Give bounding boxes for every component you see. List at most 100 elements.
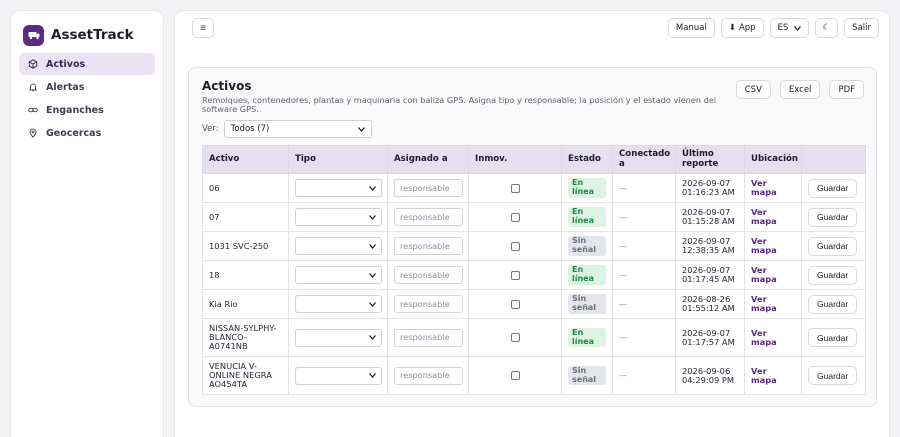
chevron-down-icon bbox=[369, 214, 376, 220]
app-download-button[interactable]: ⬇ App bbox=[720, 18, 764, 38]
view-map-link[interactable]: Ver mapa bbox=[751, 178, 777, 197]
connected-cell: — bbox=[612, 202, 676, 232]
immobilize-checkbox[interactable] bbox=[510, 212, 520, 222]
last-report-time: 04:29:09 PM bbox=[682, 374, 735, 385]
responsible-input[interactable]: responsable bbox=[394, 295, 463, 313]
col-header-state[interactable]: Estado bbox=[561, 145, 613, 174]
type-cell bbox=[288, 356, 388, 395]
view-map-link[interactable]: Ver mapa bbox=[751, 328, 777, 347]
view-map-link[interactable]: Ver mapa bbox=[751, 207, 777, 226]
responsible-input[interactable]: responsable bbox=[394, 266, 463, 284]
type-select[interactable] bbox=[295, 328, 382, 347]
last-report-cell: 2026-09-07 01:17:45 AM bbox=[675, 260, 745, 290]
asset-name: 1031 SVC-250 bbox=[202, 231, 289, 261]
export-csv-button[interactable]: CSV bbox=[735, 80, 771, 99]
responsible-input[interactable]: responsable bbox=[394, 208, 463, 226]
connected-value: — bbox=[619, 298, 628, 309]
actions-cell: Guardar bbox=[801, 356, 866, 395]
save-button[interactable]: Guardar bbox=[808, 294, 858, 314]
type-cell bbox=[288, 318, 388, 357]
col-header-last-report[interactable]: Último reporte bbox=[675, 145, 745, 174]
type-select[interactable] bbox=[295, 208, 382, 226]
download-icon: ⬇ bbox=[728, 23, 736, 33]
assigned-cell: responsable bbox=[387, 173, 469, 203]
menu-toggle-button[interactable]: ≡ bbox=[192, 18, 214, 38]
immob-cell bbox=[468, 173, 562, 203]
immobilize-checkbox[interactable] bbox=[510, 270, 520, 280]
logout-button[interactable]: Salir bbox=[844, 18, 879, 38]
view-map-link[interactable]: Ver mapa bbox=[751, 265, 777, 284]
type-select[interactable] bbox=[295, 179, 382, 197]
assigned-cell: responsable bbox=[387, 202, 469, 232]
filter-label: Ver: bbox=[202, 124, 219, 134]
save-button[interactable]: Guardar bbox=[808, 236, 858, 256]
export-pdf-button[interactable]: PDF bbox=[829, 80, 864, 99]
immobilize-checkbox[interactable] bbox=[510, 183, 520, 193]
col-header-type[interactable]: Tipo bbox=[288, 145, 388, 174]
sidebar-nav: Activos Alertas Enganches Geocercas bbox=[11, 53, 163, 144]
theme-toggle-button[interactable]: ☾ bbox=[814, 18, 839, 38]
responsible-input[interactable]: responsable bbox=[394, 237, 463, 255]
responsible-input[interactable]: responsable bbox=[394, 179, 463, 197]
last-report-time: 12:38:35 AM bbox=[682, 245, 735, 255]
actions-cell: Guardar bbox=[801, 231, 866, 261]
type-cell bbox=[288, 231, 388, 261]
actions-cell: Guardar bbox=[801, 260, 866, 290]
col-header-immob[interactable]: Inmov. bbox=[468, 145, 562, 174]
immobilize-checkbox[interactable] bbox=[510, 371, 520, 380]
language-select[interactable]: ES bbox=[769, 18, 809, 38]
table-header-row: Activo Tipo Asignado a Inmov. Estado Con… bbox=[202, 145, 866, 174]
type-select[interactable] bbox=[295, 366, 382, 385]
brand[interactable]: AssetTrack bbox=[11, 11, 163, 53]
status-badge: En línea bbox=[568, 265, 606, 285]
chevron-down-icon bbox=[369, 335, 376, 340]
export-excel-button[interactable]: Excel bbox=[779, 80, 821, 99]
box-icon bbox=[28, 59, 38, 69]
view-map-link[interactable]: Ver mapa bbox=[751, 366, 777, 385]
save-button[interactable]: Guardar bbox=[808, 178, 858, 198]
actions-cell: Guardar bbox=[801, 202, 866, 232]
responsible-input[interactable]: responsable bbox=[394, 366, 463, 385]
col-header-connected[interactable]: Conectado a bbox=[612, 145, 676, 174]
assigned-cell: responsable bbox=[387, 289, 469, 319]
immobilize-checkbox[interactable] bbox=[510, 299, 520, 309]
map-pin-icon bbox=[29, 128, 37, 138]
view-map-link[interactable]: Ver mapa bbox=[751, 294, 777, 313]
view-map-link[interactable]: Ver mapa bbox=[751, 236, 777, 255]
state-cell: En línea bbox=[561, 173, 613, 203]
assigned-cell: responsable bbox=[387, 356, 469, 395]
app-name: AssetTrack bbox=[51, 27, 134, 43]
type-select[interactable] bbox=[295, 295, 382, 313]
responsible-input[interactable]: responsable bbox=[394, 328, 463, 347]
col-header-asset[interactable]: Activo bbox=[202, 145, 289, 174]
sidebar: AssetTrack Activos Alertas Enganches Geo… bbox=[10, 10, 164, 437]
filter-select[interactable]: Todos (7) bbox=[223, 120, 372, 138]
col-header-location[interactable]: Ubicación bbox=[744, 145, 802, 174]
last-report-time: 01:15:28 AM bbox=[682, 216, 735, 226]
immob-cell bbox=[468, 318, 562, 357]
location-cell: Ver mapa bbox=[744, 260, 802, 290]
chevron-down-icon bbox=[357, 126, 365, 132]
sidebar-item-alertas[interactable]: Alertas bbox=[19, 76, 155, 98]
manual-button[interactable]: Manual bbox=[667, 18, 715, 38]
asset-name: 18 bbox=[202, 260, 289, 290]
save-button[interactable]: Guardar bbox=[808, 366, 858, 385]
sidebar-item-activos[interactable]: Activos bbox=[19, 53, 155, 75]
save-button[interactable]: Guardar bbox=[808, 265, 858, 285]
type-select[interactable] bbox=[295, 266, 382, 284]
asset-name: Kia Rio bbox=[202, 289, 289, 319]
chevron-down-icon bbox=[369, 185, 376, 191]
chevron-down-icon bbox=[793, 25, 801, 31]
sidebar-item-geocercas[interactable]: Geocercas bbox=[19, 122, 155, 144]
type-select[interactable] bbox=[295, 237, 382, 255]
immobilize-checkbox[interactable] bbox=[510, 241, 520, 251]
immobilize-checkbox[interactable] bbox=[510, 333, 520, 342]
save-button[interactable]: Guardar bbox=[808, 328, 858, 347]
col-header-assigned[interactable]: Asignado a bbox=[387, 145, 469, 174]
assets-table: Activo Tipo Asignado a Inmov. Estado Con… bbox=[202, 145, 866, 395]
save-button[interactable]: Guardar bbox=[808, 207, 858, 227]
sidebar-item-enganches[interactable]: Enganches bbox=[19, 99, 155, 121]
asset-name: NISSAN-SYLPHY-BLANCO-A0741NB bbox=[202, 318, 289, 357]
location-cell: Ver mapa bbox=[744, 356, 802, 395]
location-cell: Ver mapa bbox=[744, 231, 802, 261]
